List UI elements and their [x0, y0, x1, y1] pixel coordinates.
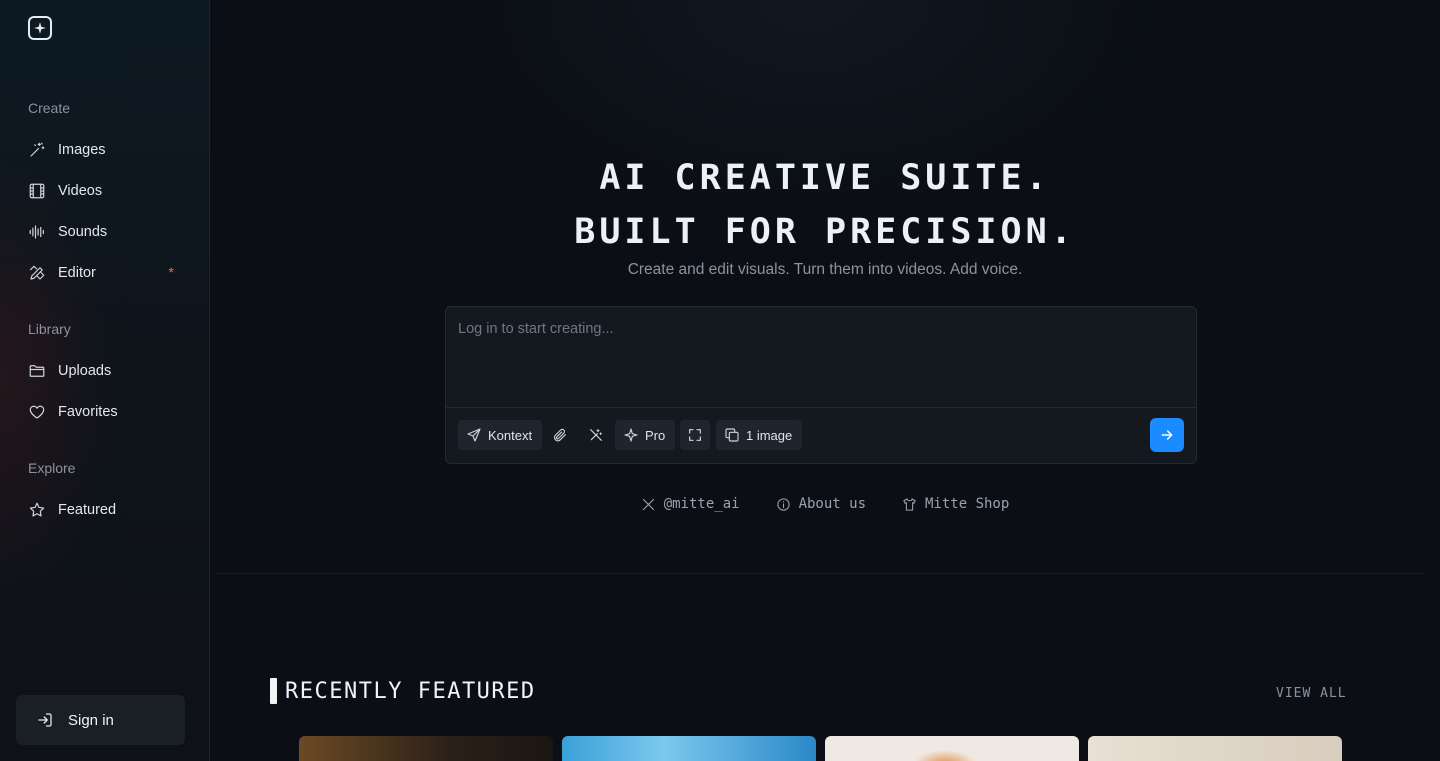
sidebar: Create Images Videos Sounds Editor * Lib…	[0, 0, 210, 761]
quality-label: Pro	[645, 427, 666, 443]
section-divider	[214, 573, 1426, 574]
sidebar-item-label: Videos	[58, 183, 103, 199]
link-label: About us	[798, 496, 866, 512]
view-all-link[interactable]: VIEW ALL	[1276, 686, 1347, 701]
sign-in-button[interactable]: Sign in	[16, 695, 185, 745]
info-icon	[776, 497, 790, 511]
hero-subtitle: Create and edit visuals. Turn them into …	[627, 261, 1023, 278]
hero-title-line2: BUILT FOR PRECISION.	[574, 212, 1076, 252]
aspect-ratio-button[interactable]	[680, 420, 710, 450]
prompt-input[interactable]	[446, 307, 1196, 407]
sidebar-item-label: Featured	[58, 502, 117, 518]
prompt-divider	[446, 407, 1196, 408]
section-label-library: Library	[28, 321, 71, 337]
link-shop[interactable]: Mitte Shop	[902, 496, 1009, 512]
send-arrow-icon	[467, 428, 481, 442]
sidebar-item-sounds[interactable]: Sounds	[28, 219, 188, 245]
model-label: Kontext	[488, 427, 533, 443]
main-content: AI CREATIVE SUITE. BUILT FOR PRECISION. …	[210, 0, 1440, 761]
copy-icon	[725, 428, 739, 442]
magic-wand-off-icon	[590, 429, 602, 441]
link-label: Mitte Shop	[925, 496, 1010, 512]
sidebar-item-videos[interactable]: Videos	[28, 178, 188, 204]
waveform-icon	[29, 225, 44, 239]
arrow-right-icon	[1161, 430, 1173, 440]
link-label: @mitte_ai	[663, 496, 740, 512]
pen-ruler-icon	[29, 265, 45, 280]
footer-links: @mitte_ai About us Mitte Shop	[210, 496, 1440, 512]
image-count-button[interactable]: 1 image	[716, 420, 803, 450]
featured-thumbnail[interactable]	[299, 736, 553, 761]
image-count-label: 1 image	[746, 427, 793, 443]
x-logo-icon	[642, 498, 654, 510]
login-icon	[38, 713, 52, 727]
featured-title-text: RECENTLY FEATURED	[285, 678, 536, 704]
sidebar-item-favorites[interactable]: Favorites	[28, 399, 188, 425]
section-label-create: Create	[28, 100, 71, 116]
sparkle-icon	[624, 428, 638, 442]
app-root: Create Images Videos Sounds Editor * Lib…	[0, 0, 1440, 761]
shirt-icon	[903, 497, 916, 511]
title-accent-bar	[270, 678, 277, 704]
sidebar-item-editor[interactable]: Editor *	[28, 260, 188, 286]
attach-button[interactable]	[546, 420, 574, 450]
sidebar-item-label: Favorites	[58, 404, 118, 420]
featured-thumbnail[interactable]	[562, 736, 816, 761]
sidebar-item-uploads[interactable]: Uploads	[28, 358, 188, 384]
sidebar-item-images[interactable]: Images	[28, 137, 188, 163]
sign-in-label: Sign in	[68, 711, 114, 729]
folder-icon	[29, 365, 45, 377]
paperclip-icon	[554, 428, 566, 442]
sidebar-item-label: Images	[58, 142, 106, 158]
section-label-explore: Explore	[28, 460, 76, 476]
featured-section-title: RECENTLY FEATURED	[270, 678, 536, 704]
magic-off-button[interactable]	[582, 420, 610, 450]
magic-wand-icon	[30, 142, 45, 157]
link-twitter[interactable]: @mitte_ai	[641, 496, 740, 512]
new-badge: *	[168, 264, 174, 280]
sidebar-item-label: Uploads	[58, 363, 112, 379]
featured-thumbnail[interactable]	[825, 736, 1079, 761]
sidebar-item-label: Editor	[58, 265, 96, 281]
star-icon	[29, 502, 45, 517]
send-button[interactable]	[1150, 418, 1184, 452]
link-about[interactable]: About us	[776, 496, 866, 512]
model-select-button[interactable]: Kontext	[458, 420, 543, 450]
film-icon	[29, 183, 45, 199]
prompt-box: Kontext Pro 1 image	[445, 306, 1197, 464]
quality-select-button[interactable]: Pro	[615, 420, 676, 450]
hero-title-line1: AI CREATIVE SUITE.	[599, 158, 1051, 198]
fullscreen-icon	[689, 429, 701, 441]
sidebar-item-featured[interactable]: Featured	[28, 497, 188, 523]
app-logo-icon[interactable]	[28, 16, 52, 40]
heart-icon	[29, 405, 45, 419]
sidebar-item-label: Sounds	[58, 224, 108, 240]
featured-thumbnail[interactable]	[1088, 736, 1342, 761]
